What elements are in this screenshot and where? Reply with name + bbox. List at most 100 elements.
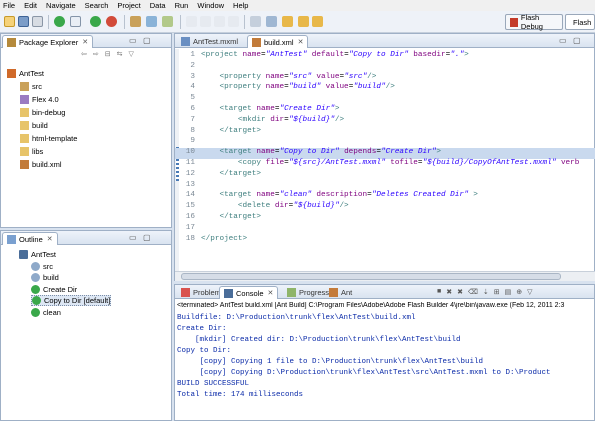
minimize-icon[interactable]: ▭ [559, 36, 567, 45]
tab-anttest-mxml[interactable]: AntTest.mxml [177, 35, 242, 48]
new-icon[interactable] [4, 16, 15, 27]
menu-search[interactable]: Search [85, 1, 109, 10]
maximize-icon[interactable]: ▢ [573, 36, 581, 45]
display-console-icon[interactable]: ▤ [505, 288, 512, 296]
tab-build-xml[interactable]: build.xml ✕ [247, 35, 309, 48]
code-text: <copy file="${src}/AntTest.mxml" tofile=… [237, 159, 580, 167]
link-editor-icon[interactable]: ⇆ [117, 50, 123, 60]
outline-item[interactable]: src [31, 261, 53, 272]
menu-help[interactable]: Help [233, 1, 248, 10]
code-line[interactable]: 5 [175, 94, 595, 105]
code-line[interactable]: 12 </target> [175, 170, 595, 181]
code-line[interactable]: 14 <target name="clean" description="Del… [175, 191, 595, 202]
code-line[interactable]: 17 [175, 224, 595, 235]
close-icon[interactable]: ✕ [268, 289, 274, 297]
maximize-icon[interactable]: ▢ [143, 233, 151, 242]
clear-console-icon[interactable]: ⌫ [468, 288, 478, 296]
menu-file[interactable]: File [3, 1, 15, 10]
line-number: 6 [190, 105, 195, 113]
code-line[interactable]: 7 <mkdir dir="${build}"/> [175, 116, 595, 127]
folder-icon[interactable] [162, 16, 173, 27]
menu-window[interactable]: Window [197, 1, 224, 10]
minimize-icon[interactable]: ▭ [129, 36, 137, 45]
tree-item[interactable]: build [20, 120, 48, 131]
search-icon[interactable] [250, 16, 261, 27]
tree-item[interactable]: src [20, 81, 42, 92]
run-external-icon[interactable] [90, 16, 101, 27]
scroll-lock-icon[interactable]: ⇣ [483, 288, 489, 296]
outline-item[interactable]: AntTest [19, 249, 56, 260]
terminate-icon[interactable]: ■ [437, 288, 441, 296]
prev-annotation-icon[interactable] [282, 16, 293, 27]
perspective-flash[interactable]: Flash [565, 14, 595, 30]
debug-icon[interactable] [70, 16, 81, 27]
maximize-icon[interactable]: ▢ [143, 36, 151, 45]
back-icon[interactable] [298, 16, 309, 27]
outline-item[interactable]: Create Dir [31, 284, 77, 295]
tree-item[interactable]: html-template [20, 133, 77, 144]
code-line[interactable]: 8 </target> [175, 127, 595, 138]
perspective-flash-debug[interactable]: Flash Debug [505, 13, 563, 31]
view-menu-icon[interactable]: ▽ [527, 288, 532, 296]
forward-icon[interactable] [312, 16, 323, 27]
remove-launch-icon[interactable]: ✖ [446, 288, 452, 296]
class-icon[interactable] [146, 16, 157, 27]
code-line[interactable]: 4 <property name="build" value="build"/> [175, 83, 595, 94]
code-line[interactable]: 6 <target name="Create Dir"> [175, 105, 595, 116]
code-line[interactable]: 1 <project name="AntTest" default="Copy t… [175, 51, 595, 62]
code-line[interactable]: 2 [175, 62, 595, 73]
forward-arrow-icon[interactable]: ⇨ [93, 50, 99, 60]
next-annotation-icon[interactable] [266, 16, 277, 27]
code-line[interactable]: 9 [175, 137, 595, 148]
code-line[interactable]: 18 </project> [175, 235, 595, 246]
save-icon[interactable] [18, 16, 29, 27]
code-line[interactable]: 10 <target name="Copy to Dir" depends="C… [175, 148, 595, 159]
print-icon[interactable] [32, 16, 43, 27]
tree-item[interactable]: AntTest [7, 68, 44, 79]
menu-edit[interactable]: Edit [24, 1, 37, 10]
code-line[interactable]: 16 </target> [175, 213, 595, 224]
tree-item[interactable]: libs [20, 146, 43, 157]
remove-all-icon[interactable]: ✖ [457, 288, 463, 296]
stop-icon[interactable] [106, 16, 117, 27]
run-icon[interactable] [54, 16, 65, 27]
open-console-icon[interactable]: ⊕ [516, 288, 522, 296]
wrench-icon[interactable] [228, 16, 239, 27]
tree-item[interactable]: bin-debug [20, 107, 65, 118]
menu-run[interactable]: Run [175, 1, 189, 10]
outline-item[interactable]: clean [31, 307, 61, 318]
menu-data[interactable]: Data [150, 1, 166, 10]
package-explorer-title: Package Explorer [19, 37, 79, 47]
close-icon[interactable]: ✕ [47, 235, 53, 243]
edit-icon[interactable] [186, 16, 197, 27]
package-icon[interactable] [130, 16, 141, 27]
close-icon[interactable]: ✕ [298, 38, 304, 46]
code-line[interactable]: 13 [175, 181, 595, 192]
line-number: 8 [190, 126, 195, 135]
code-line[interactable]: 3 <property name="src" value="src"/> [175, 73, 595, 84]
tree-item[interactable]: Flex 4.0 [20, 94, 59, 105]
tab-outline[interactable]: Outline ✕ [2, 232, 58, 245]
menu-navigate[interactable]: Navigate [46, 1, 76, 10]
outline-item[interactable]: Copy to Dir [default] [31, 295, 112, 306]
view-menu-icon[interactable]: ▽ [129, 50, 134, 60]
console-line: Copy to Dir: [177, 347, 232, 355]
horizontal-scrollbar[interactable] [175, 271, 595, 281]
scrollbar-thumb[interactable] [181, 273, 561, 280]
tree-item[interactable]: build.xml [20, 159, 62, 170]
pin-icon[interactable]: ⊞ [494, 288, 500, 296]
pencil-icon[interactable] [200, 16, 211, 27]
collapse-all-icon[interactable]: ⊟ [105, 50, 111, 60]
tab-console[interactable]: Console ✕ [219, 286, 279, 299]
tab-package-explorer[interactable]: Package Explorer ✕ [2, 35, 94, 48]
menu-project[interactable]: Project [117, 1, 140, 10]
tab-ant[interactable]: Ant [325, 286, 356, 299]
brush-icon[interactable] [214, 16, 225, 27]
code-line[interactable]: 11 <copy file="${src}/AntTest.mxml" tofi… [175, 159, 595, 170]
back-arrow-icon[interactable]: ⇦ [81, 50, 87, 60]
code-line[interactable]: 15 <delete dir="${build}"/> [175, 202, 595, 213]
close-icon[interactable]: ✕ [82, 38, 88, 46]
minimize-icon[interactable]: ▭ [129, 233, 137, 242]
outline-item[interactable]: build [31, 272, 59, 283]
code-text: <mkdir dir="${build}"/> [237, 115, 345, 124]
